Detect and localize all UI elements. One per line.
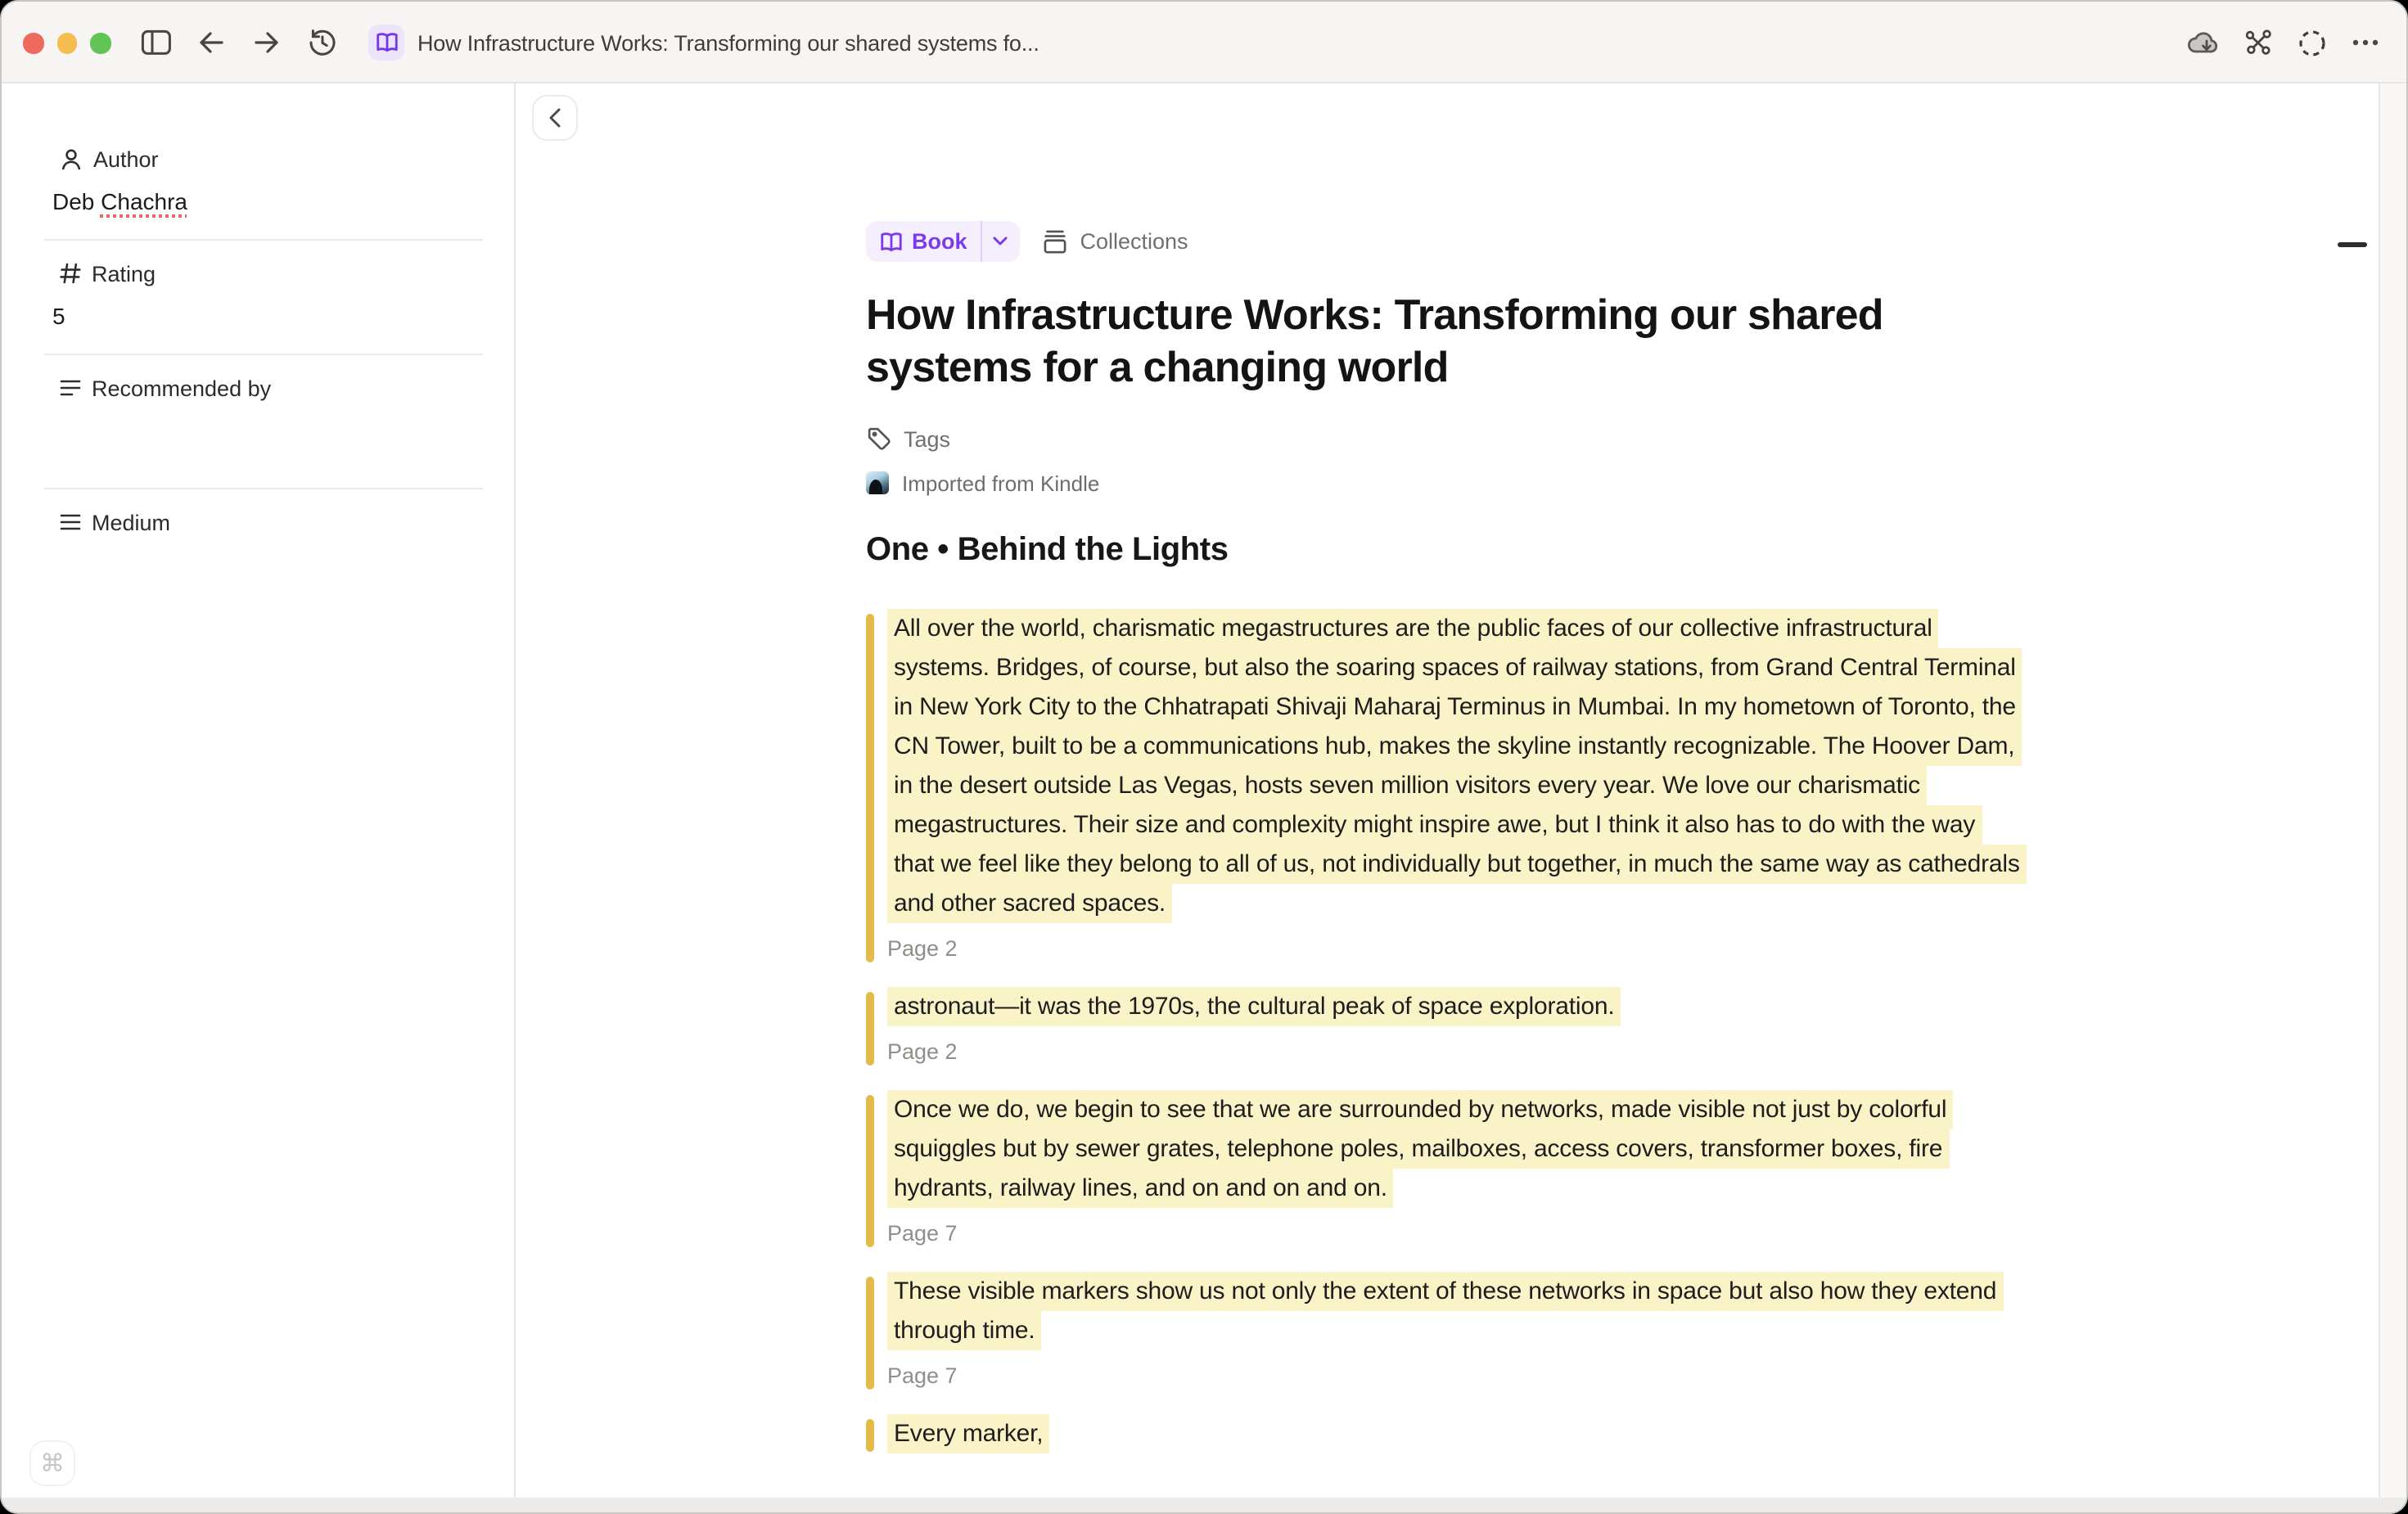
property-label-author: Author	[93, 146, 159, 171]
highlight-block[interactable]: All over the world, charismatic megastru…	[866, 609, 2022, 964]
tag-icon	[866, 426, 892, 452]
chevron-down-icon[interactable]	[982, 236, 1020, 247]
command-shortcut-button[interactable]: ⌘	[29, 1440, 75, 1486]
property-value-author[interactable]: Deb Chachra	[52, 188, 514, 218]
minimize-button[interactable]	[56, 33, 77, 53]
back-arrow-icon[interactable]	[192, 23, 231, 62]
highlight-text: astronaut—it was the 1970s, the cultural…	[887, 987, 2022, 1026]
page-label: Page 7	[887, 1219, 2022, 1249]
highlight-block[interactable]: astronaut—it was the 1970s, the cultural…	[866, 987, 2022, 1067]
object-type-row: Book Collections	[866, 221, 2022, 262]
import-note-row: Imported from Kindle	[866, 471, 2022, 494]
text-lines-icon	[59, 378, 82, 398]
object-type-label: Book	[912, 229, 967, 254]
page-title[interactable]: How Infrastructure Works: Transforming o…	[866, 290, 2022, 393]
page-label: Page 2	[887, 1038, 2022, 1067]
highlight-bar	[866, 992, 873, 1066]
more-icon[interactable]	[2346, 23, 2385, 62]
titlebar: How Infrastructure Works: Transforming o…	[2, 2, 2406, 83]
titlebar-title-group: How Infrastructure Works: Transforming o…	[368, 2, 1039, 83]
highlight-bar	[866, 1095, 873, 1247]
traffic-lights	[23, 33, 110, 53]
properties-sidebar: Author Deb Chachra Rating 5 Recommended …	[2, 83, 516, 1498]
scrollbar-track[interactable]	[2379, 83, 2406, 1498]
tags-row[interactable]: Tags	[866, 426, 2022, 452]
sidebar-toggle-icon[interactable]	[136, 23, 175, 62]
highlight-bar	[866, 614, 873, 962]
hash-icon	[59, 262, 82, 285]
highlights-list: All over the world, charismatic megastru…	[866, 609, 2022, 1453]
property-rating[interactable]: Rating	[59, 260, 514, 286]
page-label: Page 7	[887, 1362, 2022, 1391]
zoom-button[interactable]	[90, 33, 110, 53]
toolbar-left	[136, 2, 342, 83]
outline-collapse-dash[interactable]	[2338, 242, 2367, 247]
property-value-recommended-by[interactable]	[52, 417, 514, 447]
highlight-text: Every marker,	[887, 1414, 2022, 1453]
menu-lines-icon	[59, 512, 82, 532]
main-content: Book Collections How Infras	[517, 83, 2377, 1498]
collections-label: Collections	[1080, 229, 1188, 254]
property-label-medium: Medium	[92, 510, 170, 534]
close-button[interactable]	[23, 33, 43, 53]
back-chevron-button[interactable]	[532, 95, 578, 141]
tags-label: Tags	[904, 426, 950, 451]
app-window: How Infrastructure Works: Transforming o…	[0, 0, 2408, 1514]
dashed-circle-icon[interactable]	[2292, 23, 2331, 62]
page-label: Page 2	[887, 935, 2022, 964]
collections-icon	[1041, 228, 1069, 255]
highlight-block[interactable]: Every marker,	[866, 1414, 2022, 1453]
person-icon	[59, 146, 83, 171]
property-author[interactable]: Author	[59, 146, 514, 172]
highlight-text: Once we do, we begin to see that we are …	[887, 1090, 2022, 1208]
highlight-text: All over the world, charismatic megastru…	[887, 609, 2022, 923]
forward-arrow-icon[interactable]	[247, 23, 286, 62]
property-medium[interactable]: Medium	[59, 509, 514, 535]
window-title: How Infrastructure Works: Transforming o…	[417, 30, 1039, 55]
section-heading[interactable]: One • Behind the Lights	[866, 529, 2022, 571]
highlight-text: These visible markers show us not only t…	[887, 1272, 2022, 1350]
spellcheck-flagged-word: Chachra	[101, 188, 187, 214]
book-icon	[368, 25, 404, 61]
graph-view-icon[interactable]	[2238, 23, 2277, 62]
object-type-badge[interactable]: Book	[866, 221, 1020, 262]
highlight-block[interactable]: Once we do, we begin to see that we are …	[866, 1090, 2022, 1249]
property-value-rating[interactable]: 5	[52, 303, 514, 332]
highlight-block[interactable]: These visible markers show us not only t…	[866, 1272, 2022, 1391]
property-label-recommended-by: Recommended by	[92, 376, 271, 400]
kindle-icon	[866, 471, 889, 494]
cloud-download-icon[interactable]	[2184, 23, 2223, 62]
property-recommended-by[interactable]: Recommended by	[59, 375, 514, 401]
app-window-stage: How Infrastructure Works: Transforming o…	[0, 0, 2408, 1514]
history-icon[interactable]	[303, 23, 342, 62]
book-icon	[879, 230, 904, 253]
highlight-bar	[866, 1277, 873, 1390]
import-note-label: Imported from Kindle	[902, 471, 1099, 495]
window-bottom-strip	[2, 1498, 2406, 1512]
collections-button[interactable]: Collections	[1041, 228, 1188, 255]
property-label-rating: Rating	[92, 261, 156, 286]
toolbar-right	[2184, 2, 2385, 83]
highlight-bar	[866, 1419, 873, 1452]
document-column: Book Collections How Infras	[866, 83, 2022, 1453]
